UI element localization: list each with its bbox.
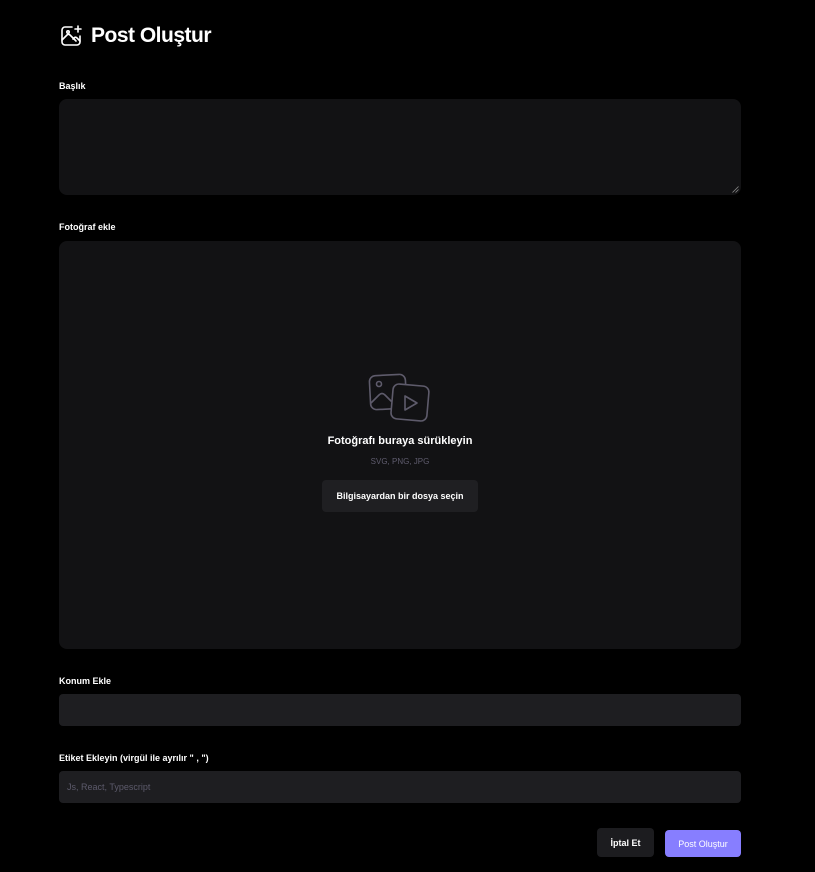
choose-file-button[interactable]: Bilgisayardan bir dosya seçin: [322, 480, 478, 512]
create-post-page: Post Oluştur Başlık Fotoğraf ekle Fotoğr…: [0, 0, 815, 872]
tags-input-placeholder: Js, React, Typescript: [67, 782, 151, 792]
photo-dropzone[interactable]: Fotoğrafı buraya sürükleyin SVG, PNG, JP…: [59, 241, 741, 649]
location-input[interactable]: [59, 694, 741, 726]
dropzone-filetypes: SVG, PNG, JPG: [370, 457, 430, 466]
tags-label: Etiket Ekleyin (virgül ile ayrılır " , "…: [59, 753, 209, 763]
cancel-button[interactable]: İptal Et: [597, 828, 654, 857]
create-post-button[interactable]: Post Oluştur: [665, 830, 741, 857]
page-header: Post Oluştur: [59, 24, 212, 48]
dropzone-content: Fotoğrafı buraya sürükleyin SVG, PNG, JP…: [59, 373, 741, 512]
image-video-icon: [368, 373, 430, 422]
tags-input[interactable]: Js, React, Typescript: [59, 771, 741, 803]
photo-label: Fotoğraf ekle: [59, 222, 116, 232]
page-title: Post Oluştur: [91, 24, 212, 47]
caption-textarea[interactable]: [59, 99, 741, 195]
dropzone-heading: Fotoğrafı buraya sürükleyin: [327, 435, 473, 447]
location-label: Konum Ekle: [59, 676, 112, 686]
image-plus-icon: [61, 25, 82, 46]
caption-label: Başlık: [59, 81, 86, 91]
resize-grip-icon[interactable]: [732, 186, 739, 193]
